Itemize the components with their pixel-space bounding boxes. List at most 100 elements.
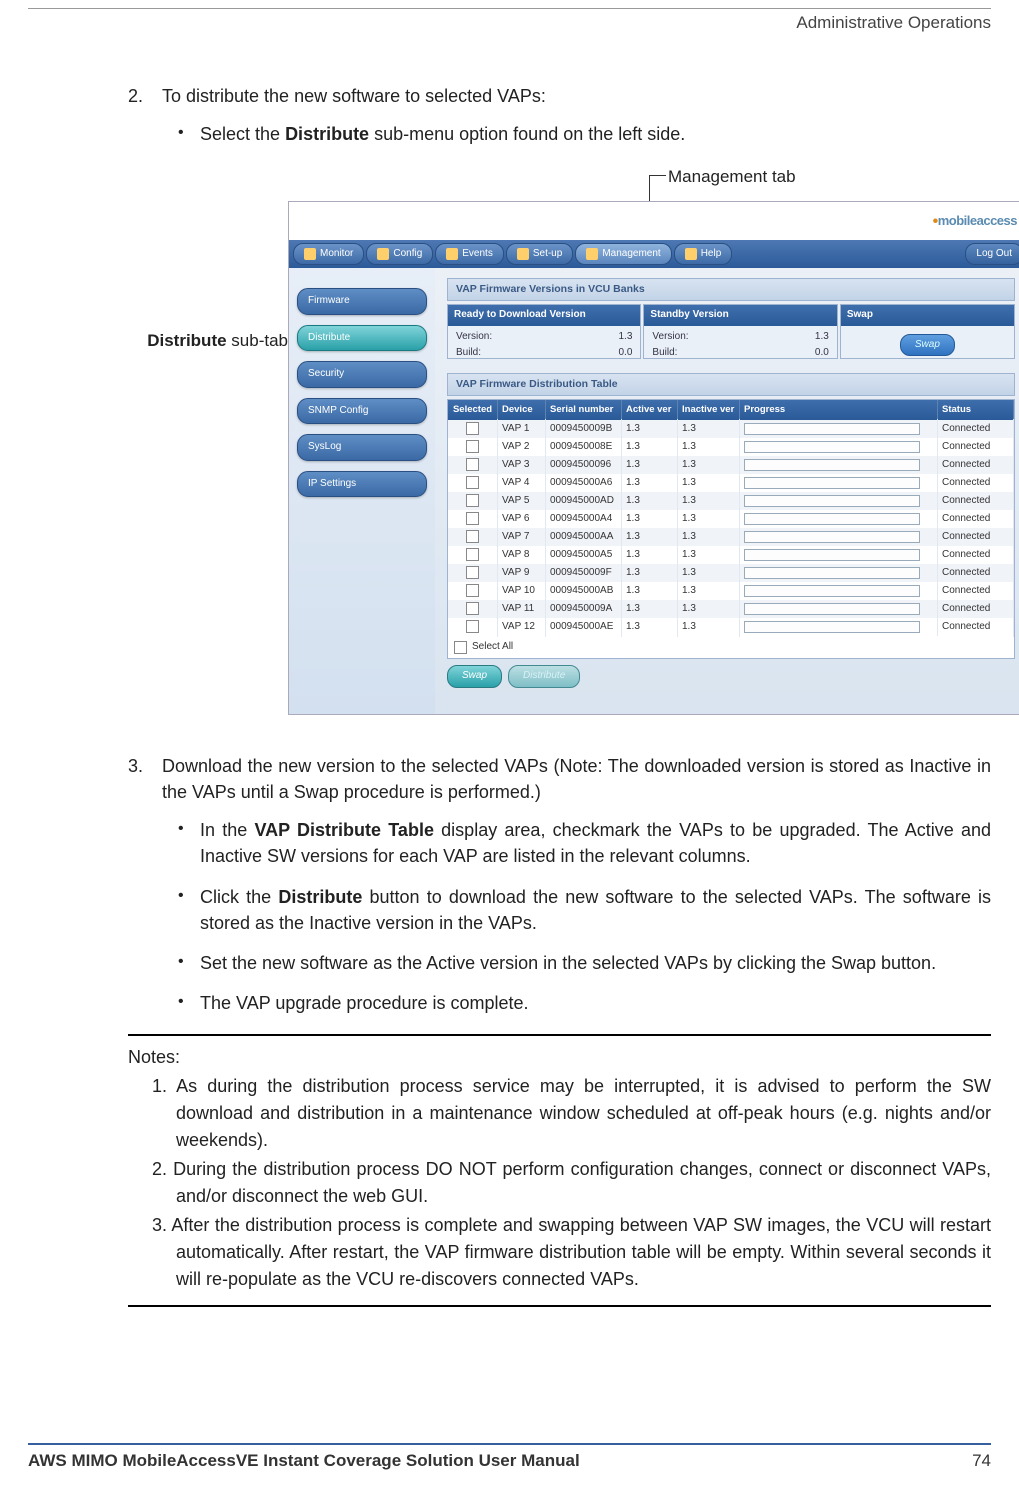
row-checkbox[interactable]: [466, 422, 479, 435]
bank-swap: Swap Swap: [840, 304, 1015, 359]
logout-button[interactable]: Log Out: [965, 243, 1019, 266]
cell-progress: [740, 527, 938, 546]
progress-bar: [744, 621, 920, 633]
note-1: 1. As during the distribution process se…: [128, 1073, 991, 1154]
col-status: Status: [938, 400, 1014, 420]
distribution-table: Selected Device Serial number Active ver…: [447, 399, 1015, 659]
table-row: VAP 10000945000AB1.31.3Connected: [448, 582, 1014, 600]
row-checkbox[interactable]: [466, 602, 479, 615]
sidebar-item-firmware[interactable]: Firmware: [297, 288, 427, 315]
tab-help[interactable]: Help: [674, 243, 733, 266]
table-row: VAP 10009450009B1.31.3Connected: [448, 420, 1014, 438]
step3-bullet4: The VAP upgrade procedure is complete.: [200, 990, 991, 1016]
step3-num: 3.: [128, 753, 162, 805]
cell-progress: [740, 563, 938, 582]
progress-bar: [744, 549, 920, 561]
callout-distribute-subtab: Distribute sub-tab: [136, 331, 288, 351]
bullet-icon: •: [178, 121, 200, 147]
cell-progress: [740, 599, 938, 618]
step2-bullet1: Select the Distribute sub-menu option fo…: [200, 121, 991, 147]
bank-standby-head: Standby Version: [644, 305, 836, 326]
bank-ready-head: Ready to Download Version: [448, 305, 640, 326]
main-menubar: Monitor Config Events Set-up Management …: [289, 240, 1019, 268]
step2-num: 2.: [128, 83, 162, 109]
logo-bar: •mobileaccess: [289, 202, 1019, 240]
cell-progress: [740, 419, 938, 438]
row-checkbox[interactable]: [466, 530, 479, 543]
panel-banks-title: VAP Firmware Versions in VCU Banks: [447, 278, 1015, 301]
progress-bar: [744, 495, 920, 507]
table-header: Selected Device Serial number Active ver…: [448, 400, 1014, 420]
sidebar-item-security[interactable]: Security: [297, 361, 427, 388]
cell-device: VAP 12: [498, 617, 546, 638]
row-checkbox[interactable]: [466, 440, 479, 453]
table-row: VAP 3000945000961.31.3Connected: [448, 456, 1014, 474]
bullet-icon: •: [178, 950, 200, 976]
row-checkbox[interactable]: [466, 494, 479, 507]
col-selected: Selected: [448, 400, 498, 420]
progress-bar: [744, 477, 920, 489]
select-all-label: Select All: [472, 640, 513, 655]
sidebar-item-snmp[interactable]: SNMP Config: [297, 398, 427, 425]
progress-bar: [744, 531, 920, 543]
sidebar-item-distribute[interactable]: Distribute: [297, 325, 427, 352]
tab-monitor[interactable]: Monitor: [293, 243, 364, 266]
row-checkbox[interactable]: [466, 566, 479, 579]
distribute-button[interactable]: Distribute: [508, 665, 580, 688]
management-icon: [586, 248, 598, 260]
sidebar-item-ipsettings[interactable]: IP Settings: [297, 471, 427, 498]
table-row: VAP 20009450008E1.31.3Connected: [448, 438, 1014, 456]
page-footer: AWS MIMO MobileAccessVE Instant Coverage…: [28, 1443, 991, 1471]
bank-standby: Standby Version Version:Build: 1.30.0: [643, 304, 837, 359]
app-screenshot: •mobileaccess Monitor Config Events Set-…: [288, 201, 1019, 715]
notes-title: Notes:: [128, 1044, 991, 1071]
sidebar-item-syslog[interactable]: SysLog: [297, 434, 427, 461]
setup-icon: [517, 248, 529, 260]
select-all-row: Select All: [448, 636, 1014, 659]
progress-bar: [744, 423, 920, 435]
footer-title: AWS MIMO MobileAccessVE Instant Coverage…: [28, 1451, 580, 1471]
screenshot-figure: Management tab Distribute sub-tab •mobil…: [128, 165, 991, 725]
cell-inactive: 1.3: [678, 617, 740, 638]
swap-button-bottom[interactable]: Swap: [447, 665, 502, 688]
swap-button[interactable]: Swap: [900, 334, 955, 357]
row-checkbox[interactable]: [466, 620, 479, 633]
row-checkbox[interactable]: [466, 512, 479, 525]
col-inactive: Inactive ver: [678, 400, 740, 420]
col-active: Active ver: [622, 400, 678, 420]
note-2: 2. During the distribution process DO NO…: [128, 1156, 991, 1210]
row-checkbox[interactable]: [466, 458, 479, 471]
cell-status: Connected: [938, 617, 1014, 638]
cell-progress: [740, 581, 938, 600]
header-section: Administrative Operations: [28, 13, 991, 33]
row-checkbox[interactable]: [466, 584, 479, 597]
brand-logo: •mobileaccess: [933, 210, 1017, 233]
row-checkbox[interactable]: [466, 476, 479, 489]
step3-bullet2: Click the Distribute button to download …: [200, 884, 991, 936]
tab-events[interactable]: Events: [435, 243, 504, 266]
cell-progress: [740, 455, 938, 474]
progress-bar: [744, 459, 920, 471]
select-all-checkbox[interactable]: [454, 641, 467, 654]
callout-management-tab: Management tab: [668, 165, 796, 190]
table-row: VAP 4000945000A61.31.3Connected: [448, 474, 1014, 492]
step3-text: Download the new version to the selected…: [162, 753, 991, 805]
progress-bar: [744, 441, 920, 453]
row-checkbox[interactable]: [466, 548, 479, 561]
table-row: VAP 5000945000AD1.31.3Connected: [448, 492, 1014, 510]
sidebar: Firmware Distribute Security SNMP Config…: [289, 268, 435, 714]
bank-ready: Ready to Download Version Version:Build:…: [447, 304, 641, 359]
tab-management[interactable]: Management: [575, 243, 671, 266]
step3-bullet1: In the VAP Distribute Table display area…: [200, 817, 991, 869]
col-device: Device: [498, 400, 546, 420]
cell-progress: [740, 509, 938, 528]
panel-dist-title: VAP Firmware Distribution Table: [447, 373, 1015, 396]
notes-box: Notes: 1. As during the distribution pro…: [128, 1034, 991, 1307]
tab-config[interactable]: Config: [366, 243, 433, 266]
footer-page-number: 74: [972, 1451, 991, 1471]
monitor-icon: [304, 248, 316, 260]
table-row: VAP 7000945000AA1.31.3Connected: [448, 528, 1014, 546]
bullet-icon: •: [178, 884, 200, 936]
tab-setup[interactable]: Set-up: [506, 243, 573, 266]
table-row: VAP 8000945000A51.31.3Connected: [448, 546, 1014, 564]
